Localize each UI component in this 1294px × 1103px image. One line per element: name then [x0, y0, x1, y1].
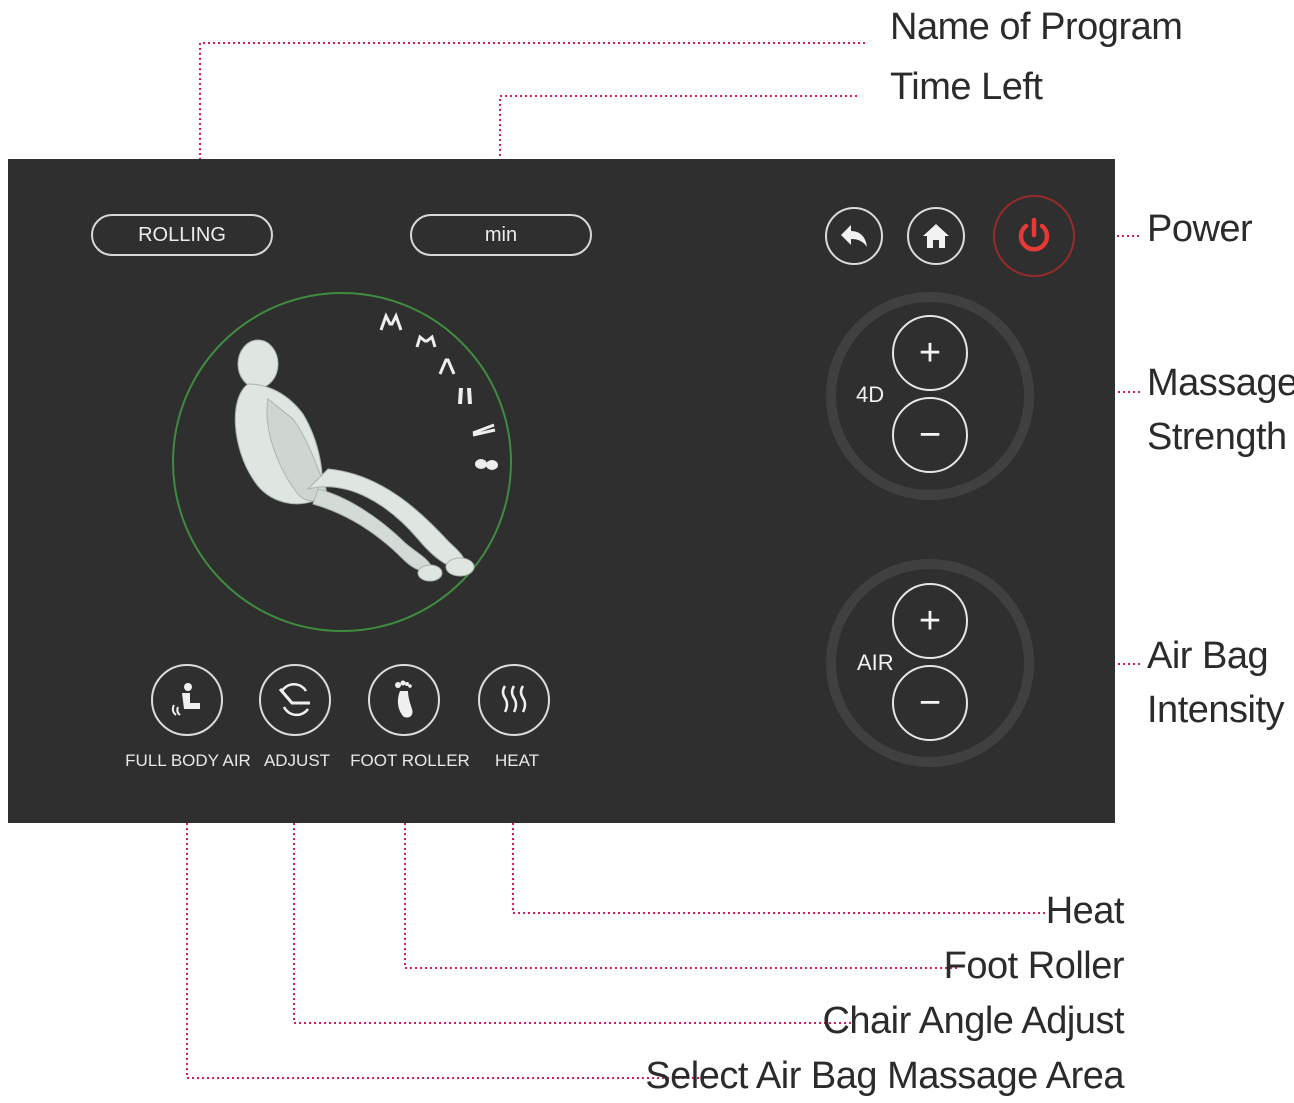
callout-power: Power [1147, 208, 1253, 250]
strength-dial-label: 4D [856, 382, 885, 407]
adjust-button[interactable] [259, 664, 331, 736]
callout-line-airbag-area [186, 783, 706, 1079]
waist-icon [438, 358, 456, 375]
air-plus-button[interactable]: + [892, 583, 968, 659]
time-left-display: min [410, 214, 592, 256]
home-icon [923, 224, 949, 248]
back-button[interactable] [825, 207, 883, 265]
full-body-air-label: FULL BODY AIR [125, 751, 251, 770]
strength-minus-button[interactable]: − [892, 397, 968, 473]
callout-massage-strength-1: Massage [1147, 362, 1294, 404]
heat-button[interactable] [478, 664, 550, 736]
feet-icon [475, 459, 498, 470]
foot-icon [395, 680, 413, 718]
reclining-body-figure [234, 339, 475, 582]
calves-icon [472, 423, 496, 437]
callout-time-left: Time Left [890, 66, 1043, 108]
heat-waves-icon [501, 685, 527, 713]
program-name-display: ROLLING [91, 214, 273, 256]
upper-back-icon [415, 334, 437, 348]
legs-icon [458, 387, 472, 405]
strength-plus-button[interactable]: + [892, 315, 968, 391]
airbag-seat-icon [171, 683, 200, 716]
adjust-label: ADJUST [263, 751, 331, 770]
home-button[interactable] [907, 207, 965, 265]
power-button[interactable] [993, 195, 1075, 277]
power-icon [1018, 217, 1050, 252]
back-arrow-icon [841, 225, 867, 247]
recline-adjust-icon [278, 682, 310, 717]
air-minus-button[interactable]: − [892, 665, 968, 741]
shoulders-icon [379, 312, 403, 331]
foot-roller-label: FOOT ROLLER [350, 751, 470, 770]
heat-label: HEAT [494, 751, 540, 770]
callout-airbag-area: Select Air Bag Massage Area [645, 1055, 1124, 1097]
air-dial-label: AIR [857, 650, 894, 675]
callout-heat: Heat [1045, 890, 1125, 932]
callout-program-name: Name of Program [890, 6, 1183, 48]
callout-airbag-intensity-1: Air Bag [1147, 635, 1269, 677]
callout-chair-angle-adjust: Chair Angle Adjust [822, 1000, 1124, 1042]
foot-roller-button[interactable] [368, 664, 440, 736]
callout-foot-roller: Foot Roller [943, 945, 1125, 987]
full-body-air-button[interactable] [151, 664, 223, 736]
callout-massage-strength-2: Strength [1147, 416, 1287, 458]
callout-airbag-intensity-2: Intensity [1147, 689, 1285, 731]
control-panel-screen: ROLLING min 4D + − AIR + − FULL BODY AIR… [8, 159, 1115, 823]
